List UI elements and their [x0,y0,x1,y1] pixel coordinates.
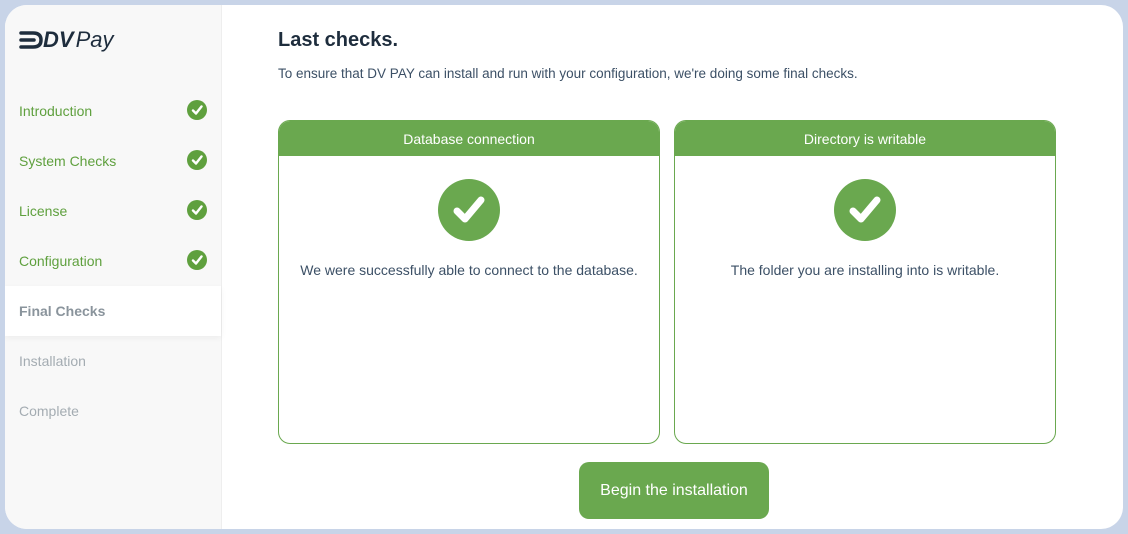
check-circle-icon [834,179,896,241]
sidebar: DV Pay Introduction System Checks Licens… [5,5,222,529]
sidebar-item-label: System Checks [19,153,117,169]
begin-installation-button[interactable]: Begin the installation [579,462,769,519]
sidebar-item-final-checks[interactable]: Final Checks [5,286,221,336]
directory-writable-card: Directory is writable The folder you are… [674,120,1056,444]
page-subtitle: To ensure that DV PAY can install and ru… [278,66,858,81]
card-message: We were successfully able to connect to … [300,262,638,278]
check-circle-icon [438,179,500,241]
check-icon [187,150,207,170]
sidebar-item-label: Installation [19,353,86,369]
sidebar-item-label: Final Checks [19,303,106,319]
check-icon [187,200,207,220]
database-connection-card: Database connection We were successfully… [278,120,660,444]
sidebar-item-configuration[interactable]: Configuration [5,236,221,286]
sidebar-item-label: Introduction [19,103,93,119]
logo-pay-text: Pay [75,27,114,52]
card-header: Database connection [279,121,659,156]
card-header: Directory is writable [675,121,1055,156]
sidebar-item-label: Configuration [19,253,103,269]
check-icon [187,100,207,120]
logo-dv-text: DV [43,27,74,52]
sidebar-item-introduction[interactable]: Introduction [5,86,221,136]
sidebar-item-complete[interactable]: Complete [5,386,221,436]
check-icon [187,250,207,270]
app-window: DV Pay Introduction System Checks Licens… [5,5,1123,529]
sidebar-item-installation[interactable]: Installation [5,336,221,386]
main-content: Last checks. To ensure that DV PAY can i… [278,5,1123,529]
sidebar-item-system-checks[interactable]: System Checks [5,136,221,186]
page-title: Last checks. [278,29,399,51]
sidebar-item-label: License [19,203,68,219]
sidebar-item-label: Complete [19,403,79,419]
card-message: The folder you are installing into is wr… [730,262,1000,278]
sidebar-item-license[interactable]: License [5,186,221,236]
logo-mark-icon [19,31,43,49]
dvpay-logo: DV Pay [19,25,113,55]
